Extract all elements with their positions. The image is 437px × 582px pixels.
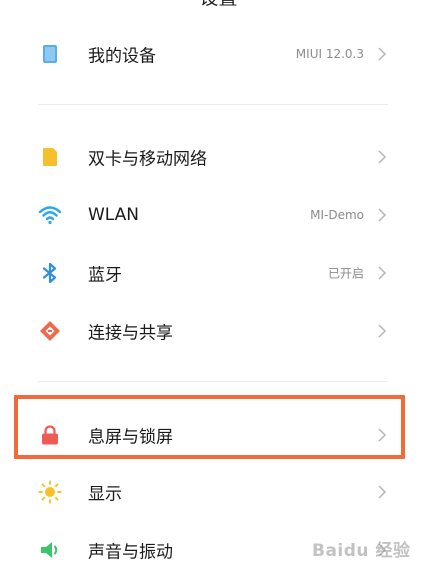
connection-share-icon [38, 319, 62, 343]
speaker-icon [38, 538, 62, 562]
section-divider [38, 381, 388, 382]
section-divider [38, 104, 388, 105]
setting-label: 显示 [88, 484, 122, 505]
device-icon [38, 42, 62, 66]
chevron-right-icon [376, 266, 388, 280]
setting-label: WLAN [88, 205, 140, 225]
bluetooth-icon [38, 261, 62, 285]
setting-row-dual-sim[interactable]: 双卡与移动网络 [0, 129, 437, 185]
chevron-right-icon [376, 324, 388, 338]
setting-row-connection-sharing[interactable]: 连接与共享 [0, 303, 437, 359]
setting-label: 蓝牙 [88, 265, 122, 286]
setting-row-display[interactable]: 显示 [0, 464, 437, 520]
sim-card-icon [38, 145, 62, 169]
setting-row-bluetooth[interactable]: 蓝牙 已开启 [0, 245, 437, 301]
highlight-annotation-box [14, 395, 405, 459]
chevron-right-icon [376, 150, 388, 164]
setting-row-my-device[interactable]: 我的设备 MIUI 12.0.3 [0, 26, 437, 82]
setting-row-wlan[interactable]: WLAN MI-Demo [0, 187, 437, 243]
baidu-watermark: Baidu 经验 [312, 541, 411, 561]
setting-label: 双卡与移动网络 [88, 149, 207, 170]
setting-label: 连接与共享 [88, 323, 173, 344]
setting-label: 声音与振动 [88, 542, 173, 563]
setting-value: MI-Demo [310, 208, 364, 222]
brightness-icon [38, 480, 62, 504]
setting-label: 我的设备 [88, 46, 156, 67]
setting-value: MIUI 12.0.3 [295, 47, 364, 61]
setting-value: 已开启 [327, 266, 364, 281]
wifi-icon [38, 203, 62, 227]
chevron-right-icon [376, 485, 388, 499]
page-title: 设置 [0, 0, 437, 8]
chevron-right-icon [376, 47, 388, 61]
chevron-right-icon [376, 208, 388, 222]
